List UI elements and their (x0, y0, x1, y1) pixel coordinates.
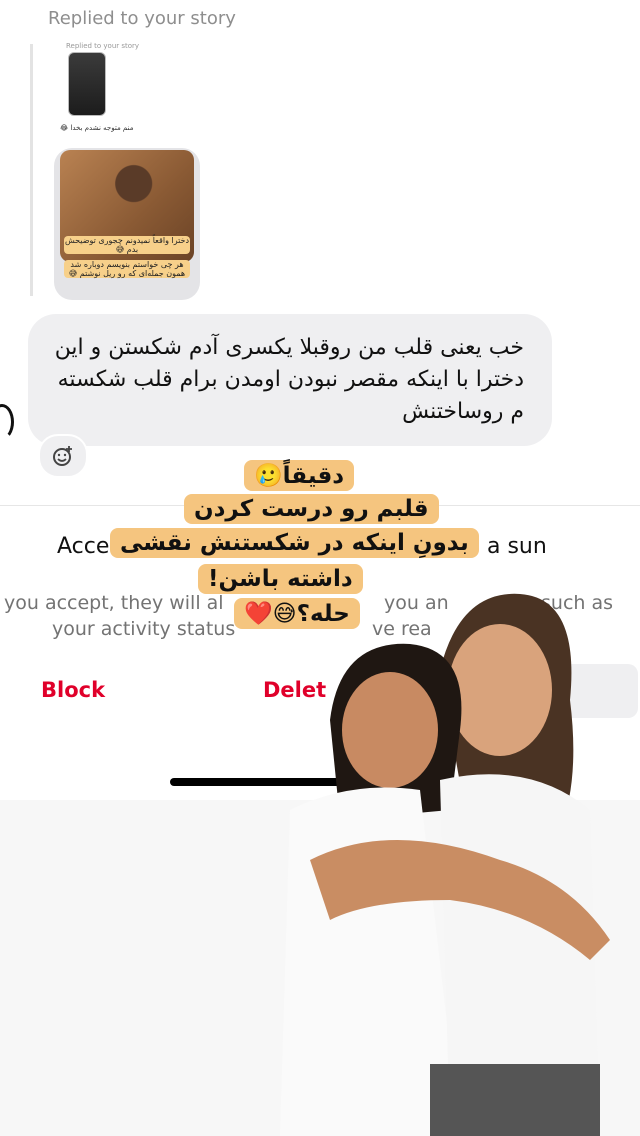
story-mini-text: منم متوجه نشدم بخدا 😂 (60, 124, 134, 132)
emoji-add-icon (53, 446, 72, 466)
story-thumbnail[interactable] (68, 52, 106, 116)
story-card[interactable]: دخترا واقعاً نمیدونم چجوری توضیحش بدم 😅 … (54, 148, 200, 300)
avatar-edge-icon (0, 404, 14, 440)
message-bubble[interactable]: خب یعنی قلب من روقبلا یکسری آدم شکستن و … (28, 314, 552, 446)
reply-indicator-line (30, 44, 33, 296)
story-mini-label: Replied to your story (66, 42, 140, 50)
sticker-line-5: حله؟😅❤️ (234, 598, 360, 629)
accept-title-left: Acce (57, 534, 110, 559)
message-text: خب یعنی قلب من روقبلا یکسری آدم شکستن و … (54, 335, 524, 424)
sticker-line-1: دقیقاً🥲 (244, 460, 355, 491)
accept-title-right: a sun (487, 534, 547, 559)
desc-line2-left: your activity status (52, 618, 236, 640)
replied-to-story-label: Replied to your story (48, 8, 236, 29)
desc-line1-left: you accept, they will al (4, 592, 224, 614)
story-reply-preview[interactable]: Replied to your story منم متوجه نشدم بخد… (52, 40, 202, 302)
hugging-people-sticker (280, 593, 610, 1136)
block-button[interactable]: Block (41, 678, 105, 702)
sticker-line-4: داشته باشن! (198, 564, 363, 594)
story-caption-2: هر چی خواستم بنویسم دوباره شد همون جمله‌… (64, 260, 190, 278)
sticker-line-2: قلبم رو درست کردن (184, 494, 439, 524)
story-caption-1: دخترا واقعاً نمیدونم چجوری توضیحش بدم 😅 (64, 236, 190, 254)
add-reaction-button[interactable] (38, 434, 88, 478)
sticker-line-3: بدونِ اینکه در شکستنش نقشی (110, 528, 479, 558)
